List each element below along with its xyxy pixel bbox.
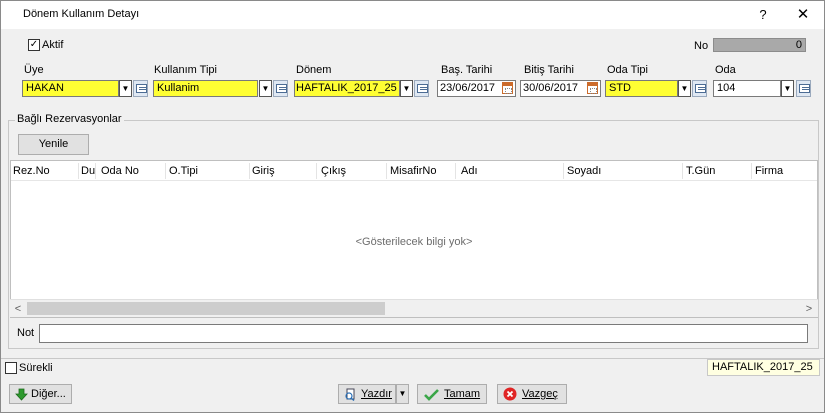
- oda-tipi-lookup-icon[interactable]: [692, 80, 707, 97]
- column-header[interactable]: Çıkış: [321, 165, 346, 177]
- kullanim-tipi-combo[interactable]: Kullanim: [153, 80, 258, 97]
- oda-tipi-value: STD: [609, 82, 631, 94]
- no-field: 0: [713, 38, 806, 52]
- tamam-button[interactable]: Tamam: [417, 384, 487, 404]
- reservations-table[interactable]: Rez.No Du Oda No O.Tipi Giriş Çıkış Misa…: [10, 160, 818, 318]
- yazdir-button[interactable]: Yazdır: [338, 384, 396, 404]
- yazdir-dropdown-arrow-icon[interactable]: ▼: [396, 384, 409, 404]
- empty-message: <Gösterilecek bilgi yok>: [355, 236, 473, 248]
- donem-lookup-icon[interactable]: [414, 80, 429, 97]
- arrow-down-green-icon: [15, 388, 28, 401]
- kullanim-tipi-value: Kullanim: [157, 82, 200, 94]
- aktif-checkbox[interactable]: ✓: [28, 39, 40, 51]
- table-header: Rez.No Du Oda No O.Tipi Giriş Çıkış Misa…: [11, 161, 817, 181]
- vazgec-button[interactable]: Vazgeç: [497, 384, 567, 404]
- diger-button[interactable]: Diğer...: [9, 384, 72, 404]
- ok-check-icon: [424, 389, 439, 401]
- aktif-label: Aktif: [42, 39, 64, 51]
- donem-dropdown-arrow-icon[interactable]: ▼: [400, 80, 413, 97]
- dialog-window: Dönem Kullanım Detayı ? ✕ ✓ Aktif No 0 Ü…: [0, 0, 825, 413]
- oda-tipi-dropdown-arrow-icon[interactable]: ▼: [678, 80, 691, 97]
- oda-lookup-icon[interactable]: [796, 80, 811, 97]
- bitis-tarihi-label: Bitiş Tarihi: [524, 64, 574, 76]
- scroll-right-icon[interactable]: >: [802, 302, 816, 316]
- column-header[interactable]: Giriş: [252, 165, 275, 177]
- print-icon: [345, 388, 355, 401]
- horizontal-scrollbar[interactable]: < >: [10, 299, 818, 317]
- diger-label: Diğer...: [31, 388, 66, 400]
- bas-tarihi-value: 23/06/2017: [440, 82, 496, 94]
- uye-combo[interactable]: HAKAN: [22, 80, 119, 97]
- oda-combo[interactable]: 104: [713, 80, 781, 97]
- column-header[interactable]: Rez.No: [13, 165, 50, 177]
- bas-tarihi-calendar-icon[interactable]: [502, 82, 513, 94]
- surekli-label: Sürekli: [19, 362, 53, 374]
- column-header[interactable]: O.Tipi: [169, 165, 198, 177]
- column-header[interactable]: Oda No: [101, 165, 139, 177]
- tamam-label: Tamam: [444, 388, 481, 400]
- scroll-thumb[interactable]: [27, 302, 385, 315]
- kullanim-tipi-label: Kullanım Tipi: [154, 64, 217, 76]
- kullanim-tipi-dropdown-arrow-icon[interactable]: ▼: [259, 80, 272, 97]
- window-title: Dönem Kullanım Detayı: [23, 8, 140, 20]
- uye-value: HAKAN: [26, 82, 64, 94]
- status-bar: [1, 358, 824, 376]
- check-icon: ✓: [29, 39, 39, 50]
- yazdir-label: Yazdır: [361, 388, 392, 400]
- help-button[interactable]: ?: [753, 5, 773, 25]
- not-label: Not: [17, 327, 35, 339]
- uye-lookup-icon[interactable]: [133, 80, 148, 97]
- uye-label: Üye: [24, 64, 44, 76]
- donem-label: Dönem: [296, 64, 332, 76]
- oda-tipi-combo[interactable]: STD: [605, 80, 678, 97]
- bitis-tarihi-calendar-icon[interactable]: [587, 82, 598, 94]
- column-header[interactable]: Adı: [461, 165, 478, 177]
- oda-tipi-label: Oda Tipi: [607, 64, 648, 76]
- close-button[interactable]: ✕: [793, 5, 813, 25]
- oda-dropdown-arrow-icon[interactable]: ▼: [781, 80, 794, 97]
- donem-value: HAFTALIK_2017_25: [296, 82, 397, 94]
- scroll-left-icon[interactable]: <: [11, 302, 25, 316]
- not-input[interactable]: [39, 324, 808, 343]
- vazgec-label: Vazgeç: [522, 388, 558, 400]
- cancel-x-icon: [503, 387, 517, 401]
- uye-dropdown-arrow-icon[interactable]: ▼: [119, 80, 132, 97]
- column-header[interactable]: Soyadı: [567, 165, 601, 177]
- surekli-checkbox[interactable]: [5, 362, 17, 374]
- period-status-value: HAFTALIK_2017_25: [707, 359, 820, 376]
- kullanim-tipi-lookup-icon[interactable]: [273, 80, 288, 97]
- column-header[interactable]: Du: [81, 165, 95, 177]
- bas-tarihi-label: Baş. Tarihi: [441, 64, 493, 76]
- column-header[interactable]: T.Gün: [686, 165, 715, 177]
- donem-combo[interactable]: HAFTALIK_2017_25: [294, 80, 400, 97]
- refresh-button[interactable]: Yenile: [18, 134, 89, 155]
- bitis-tarihi-value: 30/06/2017: [523, 82, 579, 94]
- oda-label: Oda: [715, 64, 736, 76]
- title-bar: Dönem Kullanım Detayı ? ✕: [1, 1, 824, 29]
- column-header[interactable]: MisafirNo: [390, 165, 436, 177]
- column-header[interactable]: Firma: [755, 165, 783, 177]
- oda-value: 104: [717, 82, 736, 94]
- no-label: No: [694, 40, 709, 52]
- reservations-group-title: Bağlı Rezervasyonlar: [15, 113, 124, 125]
